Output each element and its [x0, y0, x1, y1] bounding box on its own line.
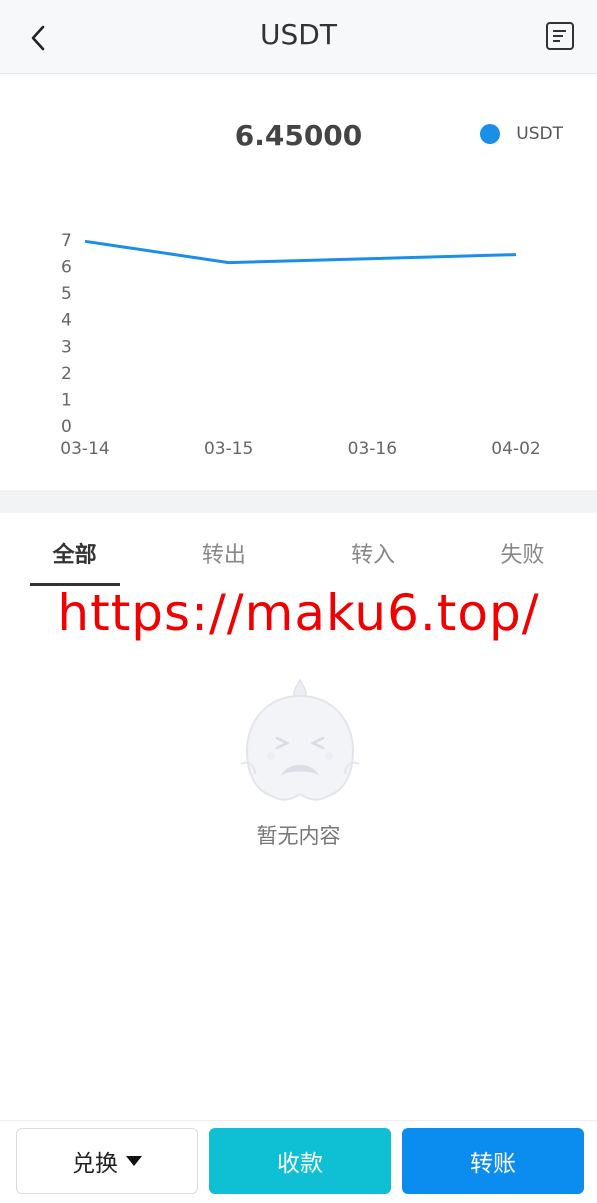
y-tick-label: 7 [61, 231, 72, 251]
y-tick-label: 6 [61, 258, 72, 278]
transfer-button[interactable]: 转账 [402, 1128, 584, 1194]
bottom-action-bar: 兑换 收款 转账 [0, 1120, 597, 1203]
tab-failed[interactable]: 失败 [448, 513, 597, 588]
y-tick-label: 4 [61, 311, 72, 331]
y-tick-label: 0 [61, 417, 72, 437]
caret-down-icon [126, 1156, 142, 1166]
empty-state-mascot-icon [240, 678, 360, 801]
exchange-button-label: 兑换 [72, 1151, 118, 1177]
y-tick-label: 1 [61, 390, 72, 410]
x-tick-label: 03-15 [204, 439, 253, 459]
series-line [84, 239, 517, 265]
x-tick-label: 04-02 [491, 439, 540, 459]
exchange-button[interactable]: 兑换 [16, 1128, 198, 1194]
line-chart: 0 1 2 3 4 5 6 7 03-14 03-15 03-16 04-02 [60, 231, 540, 459]
tab-incoming[interactable]: 转入 [299, 513, 448, 588]
section-divider [0, 490, 597, 513]
balance-chart-card: 6.45000 USDT 0 1 2 3 4 5 6 7 03-14 03-15 03-16 04-0… [0, 74, 597, 490]
tab-all[interactable]: 全部 [0, 513, 149, 588]
document-list-icon [546, 22, 574, 50]
y-tick-label: 5 [61, 284, 72, 304]
watermark-url: https://maku6.top/ [57, 584, 540, 642]
filter-tabs: 全部 转出 转入 失败 [0, 513, 597, 588]
top-nav-bar: USDT [0, 0, 597, 74]
empty-state-text: 暂无内容 [256, 824, 341, 848]
x-tick-label: 03-16 [348, 439, 397, 459]
y-tick-label: 2 [61, 364, 72, 384]
y-tick-label: 3 [61, 337, 72, 357]
tab-outgoing[interactable]: 转出 [149, 513, 298, 588]
page-title: USDT [260, 18, 337, 51]
x-tick-label: 03-14 [60, 439, 109, 459]
receive-button[interactable]: 收款 [209, 1128, 391, 1194]
records-button[interactable] [543, 19, 577, 53]
